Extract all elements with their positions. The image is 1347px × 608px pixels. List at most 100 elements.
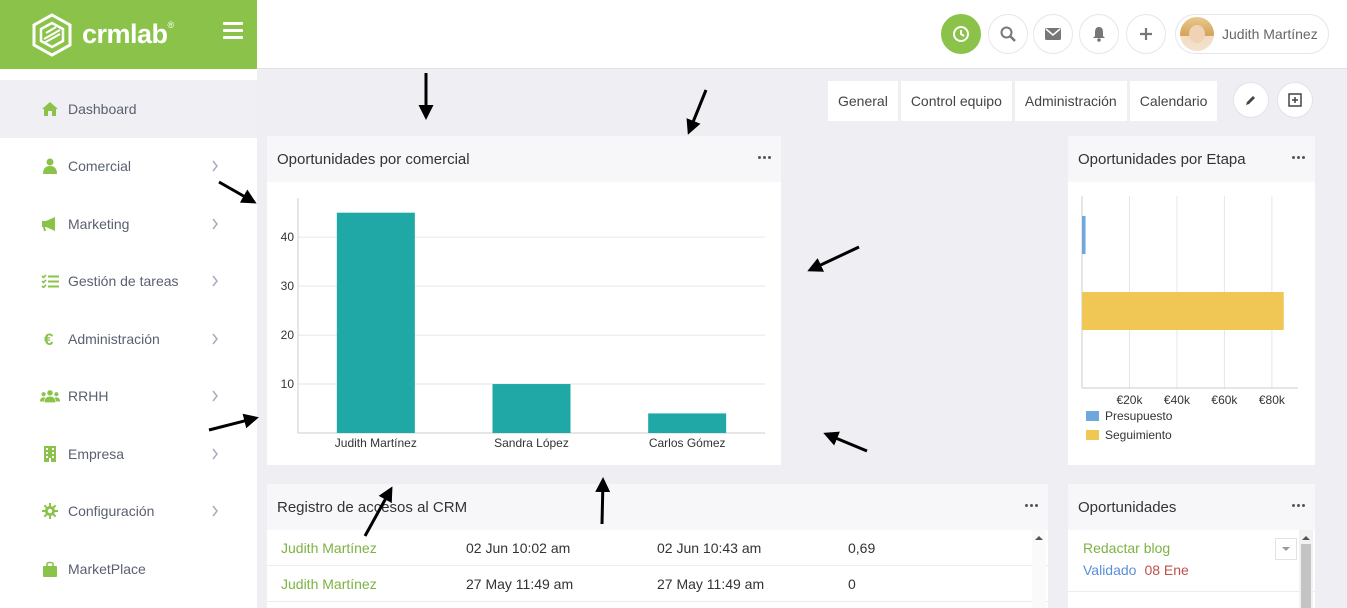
table-cell-login: 27 May 11:49 am — [466, 575, 574, 592]
chevron-right-icon — [212, 275, 218, 287]
bar-chart-comercial: 10 20 30 40 Judith Martínez Sandra López Carlo… — [281, 198, 765, 450]
brand-name: crmlab — [82, 19, 168, 49]
panel-title: Oportunidades — [1078, 498, 1177, 516]
chevron-right-icon — [212, 448, 218, 460]
panel-registro-accesos: Registro de accesos al CRM Judith Martín… — [267, 484, 1048, 608]
megaphone-icon — [40, 215, 60, 233]
bag-icon — [40, 560, 60, 578]
registro-table: Judith Martínez 02 Jun 10:02 am 02 Jun 1… — [267, 530, 1048, 608]
table-cell-user[interactable]: Judith Martínez — [281, 540, 377, 556]
x-tick-label: €40k — [1164, 393, 1191, 407]
more-options-icon[interactable] — [758, 156, 771, 159]
chevron-right-icon — [212, 218, 218, 230]
sidebar-item-configuracion[interactable]: Configuración — [0, 483, 257, 541]
scroll-up-icon[interactable] — [1032, 533, 1046, 543]
sidebar-item-gestion-de-tareas[interactable]: Gestión de tareas — [0, 253, 257, 311]
scrollbar[interactable] — [1299, 530, 1313, 608]
scrollbar[interactable] — [1032, 530, 1046, 608]
sidebar-item-label: Comercial — [68, 158, 132, 175]
sidebar-item-label: Gestión de tareas — [68, 273, 179, 290]
sidebar-item-rrhh[interactable]: RRHH — [0, 368, 257, 426]
panel-header: Oportunidades — [1068, 484, 1315, 530]
opportunity-status: Validado — [1083, 562, 1137, 578]
legend-swatch — [1086, 411, 1099, 421]
bar[interactable] — [492, 384, 571, 433]
clock-button[interactable] — [941, 14, 981, 54]
scroll-up-icon[interactable] — [1299, 533, 1313, 543]
bar[interactable] — [1082, 292, 1284, 330]
building-icon — [40, 445, 60, 463]
tab-control-equipo[interactable]: Control equipo — [900, 81, 1012, 121]
euro-icon: € — [40, 330, 60, 348]
arrow — [807, 245, 860, 272]
add-widget-button[interactable] — [1277, 82, 1313, 118]
more-options-icon[interactable] — [1292, 156, 1305, 159]
sidebar-item-comercial[interactable]: Comercial — [0, 138, 257, 196]
table-cell-logout: 27 May 11:49 am — [657, 575, 765, 592]
search-button[interactable] — [988, 14, 1028, 54]
legend-label[interactable]: Seguimiento — [1105, 428, 1172, 442]
bar[interactable] — [336, 212, 415, 433]
menu-toggle-icon[interactable] — [223, 22, 243, 40]
x-tick-label: €60k — [1211, 393, 1238, 407]
panel-oportunidades: Oportunidades Redactar blog Validado 08 E… — [1068, 484, 1315, 608]
dashboard-tabs: General Control equipo Administración Ca… — [828, 81, 1218, 121]
sidebar-item-empresa[interactable]: Empresa — [0, 425, 257, 483]
opportunity-meta: Validado 08 Ene — [1083, 562, 1315, 578]
y-tick-label: 40 — [281, 230, 295, 244]
chevron-down-icon[interactable] — [1275, 538, 1297, 560]
mail-icon — [1045, 28, 1061, 40]
sidebar-item-label: Marketing — [68, 215, 130, 232]
list-item[interactable]: Redactar blog Validado 08 Ene — [1068, 530, 1315, 592]
x-tick-label: Sandra López — [494, 436, 569, 450]
bar[interactable] — [648, 413, 727, 433]
add-widget-icon — [1288, 93, 1302, 107]
sidebar-item-label: Configuración — [68, 503, 155, 520]
panel-title: Registro de accesos al CRM — [277, 498, 468, 516]
chevron-right-icon — [212, 505, 218, 517]
edit-dashboard-button[interactable] — [1233, 82, 1269, 118]
scrollbar-thumb[interactable] — [1301, 544, 1311, 608]
sidebar-item-marketplace[interactable]: MarketPlace — [0, 540, 257, 598]
more-options-icon[interactable] — [1025, 504, 1038, 507]
panel-oportunidades-comercial: Oportunidades por comercial 10 20 30 40 Judi… — [267, 136, 781, 465]
sidebar-nav: Dashboard Comercial Marketing Gestión de ta… — [0, 80, 257, 598]
mail-button[interactable] — [1033, 14, 1073, 54]
sidebar-item-administracion[interactable]: € Administración — [0, 310, 257, 368]
crmlab-logo-icon[interactable] — [30, 12, 74, 57]
tab-calendario[interactable]: Calendario — [1129, 81, 1218, 121]
user-menu[interactable]: Judith Martínez — [1175, 14, 1329, 54]
legend-swatch — [1086, 430, 1099, 440]
sidebar-item-label: MarketPlace — [68, 560, 146, 577]
notifications-button[interactable] — [1079, 14, 1119, 54]
y-tick-label: 20 — [281, 328, 295, 342]
tab-administracion[interactable]: Administración — [1014, 81, 1127, 121]
plus-icon — [1140, 28, 1152, 40]
chevron-right-icon — [212, 390, 218, 402]
search-icon — [1000, 26, 1016, 42]
panel-oportunidades-etapa: Oportunidades por Etapa €20k €40k €60k €80k… — [1068, 136, 1315, 465]
table-cell-user[interactable]: Judith Martínez — [281, 576, 377, 592]
table-row[interactable]: Judith Martínez 02 Jun 10:02 am 02 Jun 1… — [267, 530, 1048, 566]
home-icon — [40, 100, 60, 118]
user-name: Judith Martínez — [1222, 26, 1318, 42]
user-icon — [40, 157, 60, 175]
sidebar-item-label: RRHH — [68, 388, 109, 405]
bell-icon — [1093, 27, 1105, 42]
tab-general[interactable]: General — [828, 81, 898, 121]
table-row[interactable]: Judith Martínez 27 May 11:49 am 27 May 1… — [267, 566, 1048, 602]
pencil-icon — [1246, 96, 1255, 105]
legend-label[interactable]: Presupuesto — [1105, 409, 1173, 423]
sidebar-item-dashboard[interactable]: Dashboard — [0, 80, 257, 138]
sidebar-item-marketing[interactable]: Marketing — [0, 195, 257, 253]
bar[interactable] — [1082, 216, 1086, 254]
tasks-icon — [40, 272, 60, 290]
add-button[interactable] — [1126, 14, 1166, 54]
table-cell-value: 0 — [848, 575, 856, 592]
avatar — [1180, 17, 1214, 51]
table-cell-value: 0,69 — [848, 539, 876, 556]
x-tick-label: Carlos Gómez — [649, 436, 726, 450]
more-options-icon[interactable] — [1292, 504, 1305, 507]
clock-icon — [953, 26, 969, 42]
panel-title: Oportunidades por Etapa — [1078, 150, 1246, 168]
